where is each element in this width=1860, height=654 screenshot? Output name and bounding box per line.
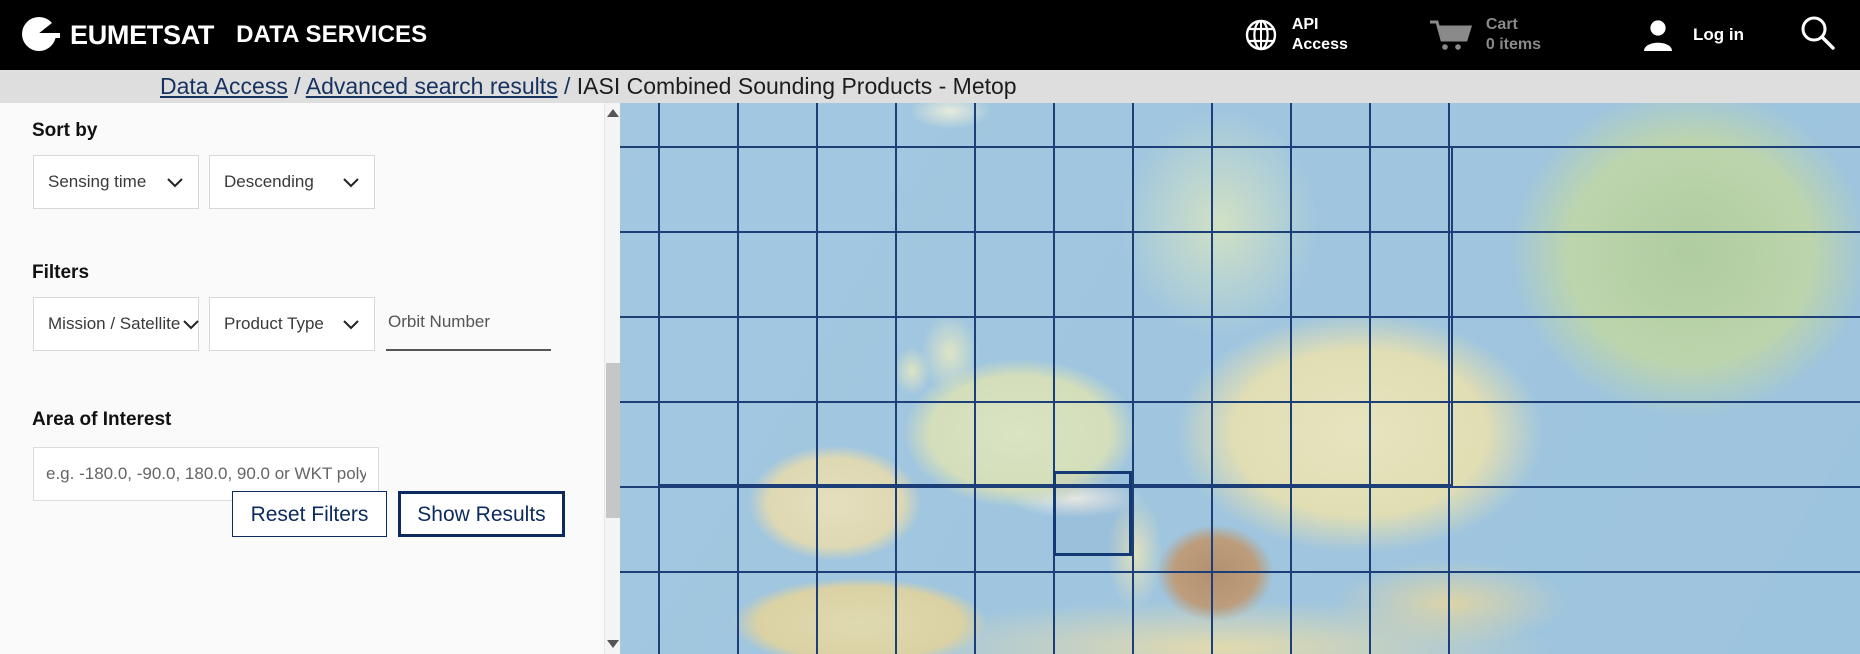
scroll-down-arrow-icon[interactable] [607, 640, 619, 648]
orbit-number-input[interactable] [386, 303, 551, 351]
search-button[interactable] [1796, 14, 1838, 56]
reset-filters-button[interactable]: Reset Filters [232, 491, 387, 537]
top-header-bar: EUMETSAT DATA SERVICES API Access [0, 0, 1860, 70]
chevron-down-icon [340, 313, 362, 335]
breadcrumb-item-data-access[interactable]: Data Access [160, 73, 288, 99]
chevron-down-icon [180, 313, 202, 335]
sort-direction-select[interactable]: Descending [209, 155, 375, 209]
filter-sidebar: Sort by Sensing time Descending Filters … [0, 103, 610, 654]
product-type-value: Product Type [224, 314, 324, 334]
map-aoi-outline [658, 146, 1453, 486]
api-access-line1: API [1292, 15, 1348, 35]
sort-field-value: Sensing time [48, 172, 146, 192]
map-selected-cell[interactable] [1053, 471, 1132, 556]
globe-icon [1244, 18, 1278, 52]
product-type-select[interactable]: Product Type [209, 297, 375, 351]
brand-logo[interactable]: EUMETSAT DATA SERVICES [22, 17, 427, 53]
breadcrumb-separator-1: / [294, 73, 300, 99]
header-actions: API Access Cart 0 items [1244, 0, 1860, 70]
breadcrumb-bar: Data Access / Advanced search results / … [0, 70, 1860, 103]
mission-satellite-select[interactable]: Mission / Satellite [33, 297, 199, 351]
chevron-down-icon [164, 171, 186, 193]
breadcrumb-separator-2: / [564, 73, 570, 99]
cart-icon [1428, 19, 1472, 51]
map-canvas[interactable]: AOI AOI [620, 103, 1860, 654]
breadcrumb: Data Access / Advanced search results / … [160, 70, 1017, 103]
login-button[interactable]: Log in [1641, 18, 1744, 52]
area-of-interest-title: Area of Interest [32, 409, 171, 431]
cart-button[interactable]: Cart 0 items [1428, 15, 1541, 55]
brand-name: EUMETSAT [70, 20, 214, 51]
sort-field-select[interactable]: Sensing time [33, 155, 199, 209]
sort-by-title: Sort by [32, 120, 97, 142]
api-access-link[interactable]: API Access [1244, 15, 1348, 55]
user-icon [1641, 18, 1675, 52]
scroll-up-arrow-icon[interactable] [607, 109, 619, 117]
chevron-down-icon [340, 171, 362, 193]
sidebar-scrollbar[interactable] [604, 103, 620, 654]
breadcrumb-item-advanced-search-results[interactable]: Advanced search results [306, 73, 558, 99]
cart-line1: Cart [1486, 15, 1541, 35]
scrollbar-thumb[interactable] [606, 363, 620, 518]
mission-satellite-value: Mission / Satellite [48, 314, 180, 334]
breadcrumb-item-current: IASI Combined Sounding Products - Metop [577, 73, 1017, 99]
brand-subtitle: DATA SERVICES [236, 21, 427, 49]
page-root: EUMETSAT DATA SERVICES API Access [0, 0, 1860, 654]
sort-direction-value: Descending [224, 172, 314, 192]
api-access-line2: Access [1292, 35, 1348, 55]
eumetsat-logo-icon [22, 17, 58, 53]
filters-title: Filters [32, 262, 89, 284]
show-results-button[interactable]: Show Results [398, 491, 565, 537]
login-label: Log in [1693, 24, 1744, 45]
search-icon [1797, 13, 1837, 58]
cart-line2: 0 items [1486, 35, 1541, 55]
